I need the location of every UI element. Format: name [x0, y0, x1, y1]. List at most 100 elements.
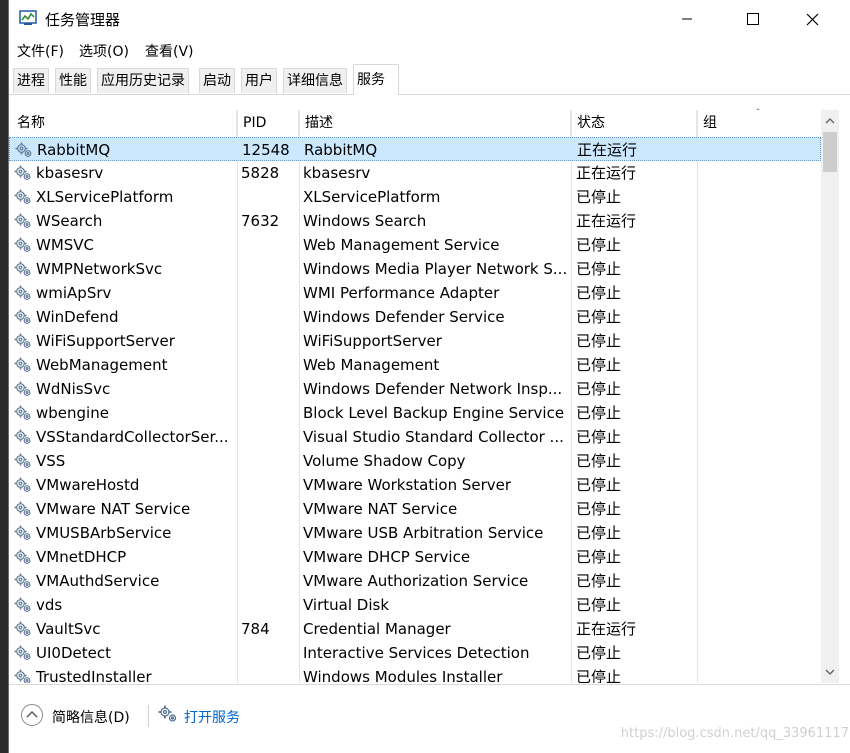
open-services-link[interactable]: 打开服务	[184, 707, 240, 727]
tab-services[interactable]: 服务	[353, 64, 399, 95]
service-row[interactable]: WinDefend Windows Defender Service 已停止	[9, 305, 821, 329]
service-row[interactable]: VMware NAT Service VMware NAT Service 已停止	[9, 497, 821, 521]
service-row[interactable]: VSStandardCollectorSer... Visual Studio S…	[9, 425, 821, 449]
service-row[interactable]: UI0Detect Interactive Services Detection 已…	[9, 641, 821, 665]
service-status: 已停止	[576, 548, 622, 566]
minimize-button[interactable]	[664, 0, 710, 38]
service-pid: 5828	[241, 164, 280, 182]
service-name: VSStandardCollectorSer...	[36, 428, 229, 446]
service-row[interactable]: VMwareHostd VMware Workstation Server 已停止	[9, 473, 821, 497]
service-row[interactable]: TrustedInstaller Windows Modules Installe…	[9, 665, 821, 683]
task-manager-window: 任务管理器 文件(F) 选项(O) 查看(V) 进程 性能 应用历史记录 启动 …	[8, 0, 850, 753]
service-pid	[241, 497, 297, 521]
collapse-chevron-icon[interactable]	[20, 703, 44, 727]
scroll-down-button[interactable]	[821, 663, 839, 681]
column-header-pid[interactable]: PID	[237, 110, 299, 137]
tab-details[interactable]: 详细信息	[283, 68, 347, 93]
service-status: 已停止	[576, 380, 622, 398]
close-button[interactable]	[789, 0, 835, 38]
service-status: 已停止	[576, 500, 622, 518]
service-name: kbasesrv	[36, 164, 104, 182]
tab-startup[interactable]: 启动	[199, 68, 235, 93]
service-name: VMAuthdService	[36, 572, 160, 590]
service-status: 已停止	[576, 572, 622, 590]
service-pid	[241, 473, 297, 497]
service-row[interactable]: VSS Volume Shadow Copy 已停止	[9, 449, 821, 473]
service-group	[701, 617, 817, 641]
service-status: 已停止	[576, 596, 622, 614]
menu-options[interactable]: 选项(O)	[79, 41, 129, 61]
service-name: UI0Detect	[36, 644, 111, 662]
service-name: WebManagement	[36, 356, 168, 374]
service-name: RabbitMQ	[37, 141, 111, 159]
maximize-button[interactable]	[730, 0, 776, 38]
gear-icon	[14, 165, 31, 180]
service-description: VMware Workstation Server	[303, 476, 512, 494]
service-description: Windows Defender Network Insp...	[303, 380, 563, 398]
service-row[interactable]: WSearch 7632 Windows Search 正在运行	[9, 209, 821, 233]
gear-icon	[14, 285, 31, 300]
gear-icon	[14, 381, 31, 396]
service-description: Visual Studio Standard Collector ...	[303, 428, 564, 446]
column-header-name[interactable]: 名称	[11, 110, 237, 137]
scroll-up-button[interactable]	[821, 112, 839, 130]
service-row[interactable]: VMUSBArbService VMware USB Arbitration Se…	[9, 521, 821, 545]
service-pid	[241, 329, 297, 353]
service-pid	[241, 521, 297, 545]
service-row[interactable]: RabbitMQ 12548 RabbitMQ 正在运行	[9, 137, 821, 161]
service-row[interactable]: WMSVC Web Management Service 已停止	[9, 233, 821, 257]
menu-view[interactable]: 查看(V)	[145, 41, 194, 61]
service-status: 已停止	[576, 332, 622, 350]
service-row[interactable]: wbengine Block Level Backup Engine Servic…	[9, 401, 821, 425]
scrollbar-thumb[interactable]	[823, 132, 837, 172]
column-header-status[interactable]: 状态	[571, 110, 697, 137]
service-name: WinDefend	[36, 308, 119, 326]
service-group	[701, 473, 817, 497]
service-description: VMware Authorization Service	[303, 572, 529, 590]
vertical-scrollbar[interactable]	[821, 110, 839, 683]
column-header-group[interactable]: 组	[697, 110, 821, 137]
service-row[interactable]: WMPNetworkSvc Windows Media Player Networ…	[9, 257, 821, 281]
tab-processes[interactable]: 进程	[13, 68, 49, 93]
tab-users[interactable]: 用户	[241, 68, 277, 93]
tab-performance[interactable]: 性能	[55, 68, 91, 93]
service-description: Web Management	[303, 356, 440, 374]
service-row[interactable]: kbasesrv 5828 kbasesrv 正在运行	[9, 161, 821, 185]
service-description: VMware USB Arbitration Service	[303, 524, 544, 542]
service-pid	[241, 185, 297, 209]
column-header-description[interactable]: 描述	[299, 110, 571, 137]
service-row[interactable]: WdNisSvc Windows Defender Network Insp...…	[9, 377, 821, 401]
service-name: WdNisSvc	[36, 380, 111, 398]
service-status: 已停止	[576, 644, 622, 662]
service-name: WiFiSupportServer	[36, 332, 175, 350]
service-row[interactable]: VMAuthdService VMware Authorization Servi…	[9, 569, 821, 593]
service-pid	[241, 593, 297, 617]
gear-icon	[14, 525, 31, 540]
service-row[interactable]: WiFiSupportServer WiFiSupportServer 已停止	[9, 329, 821, 353]
service-pid	[241, 425, 297, 449]
services-list: RabbitMQ 12548 RabbitMQ 正在运行 kbasesrv 5828 kba…	[9, 137, 821, 683]
service-row[interactable]: vds Virtual Disk 已停止	[9, 593, 821, 617]
service-status: 已停止	[576, 668, 622, 683]
service-status: 已停止	[576, 356, 622, 374]
service-pid	[241, 665, 297, 683]
brief-details-button[interactable]: 简略信息(D)	[52, 707, 130, 727]
service-description: Block Level Backup Engine Service	[303, 404, 565, 422]
service-row[interactable]: XLServicePlatform XLServicePlatform 已停止	[9, 185, 821, 209]
service-row[interactable]: VMnetDHCP VMware DHCP Service 已停止	[9, 545, 821, 569]
service-group	[701, 521, 817, 545]
service-row[interactable]: wmiApSrv WMI Performance Adapter 已停止	[9, 281, 821, 305]
window-title: 任务管理器	[45, 11, 121, 29]
service-row[interactable]: WebManagement Web Management 已停止	[9, 353, 821, 377]
tab-app-history[interactable]: 应用历史记录	[97, 68, 189, 93]
service-pid	[241, 281, 297, 305]
service-description: RabbitMQ	[304, 141, 378, 159]
menu-file[interactable]: 文件(F)	[17, 41, 64, 61]
service-row[interactable]: VaultSvc 784 Credential Manager 正在运行	[9, 617, 821, 641]
task-manager-icon	[19, 10, 37, 25]
footer-bar: 简略信息(D) 打开服务	[9, 684, 850, 753]
service-pid: 12548	[242, 141, 290, 159]
service-group	[701, 377, 817, 401]
title-bar[interactable]: 任务管理器	[9, 0, 850, 38]
tab-strip: 进程 性能 应用历史记录 启动 用户 详细信息 服务	[9, 64, 850, 95]
